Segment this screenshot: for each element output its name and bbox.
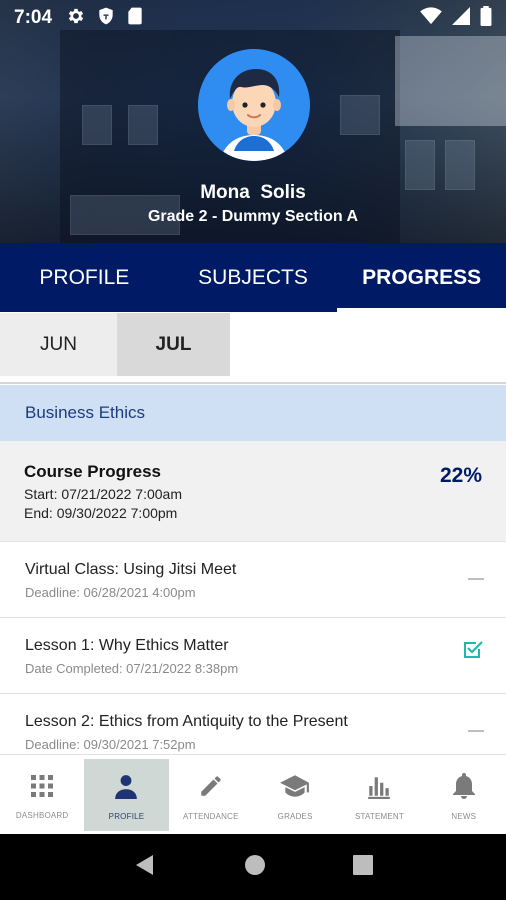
profile-header: 7:04 Mona Solis Grade 2 - Dummy Section …: [0, 0, 506, 243]
wifi-icon: [420, 6, 442, 30]
tab-label: PROGRESS: [362, 265, 482, 289]
lesson-completed-date: Date Completed: 07/21/2022 8:38pm: [25, 661, 239, 676]
graduation-cap-icon: [280, 773, 310, 804]
lesson-item[interactable]: Virtual Class: Using Jitsi Meet Deadline…: [0, 541, 506, 617]
nav-label: ATTENDANCE: [183, 811, 239, 821]
course-end-date: End: 09/30/2022 7:00pm: [24, 505, 178, 521]
tab-profile[interactable]: PROFILE: [0, 243, 169, 312]
battery-icon: [480, 5, 492, 31]
student-name: Mona Solis: [200, 182, 306, 203]
lesson-deadline: Deadline: 06/28/2021 4:00pm: [25, 585, 196, 600]
course-start-date: Start: 07/21/2022 7:00am: [24, 486, 182, 502]
nav-label: DASHBOARD: [15, 810, 69, 820]
home-icon[interactable]: [244, 854, 266, 881]
subject-header[interactable]: Business Ethics: [0, 385, 506, 441]
nav-label: PROFILE: [108, 812, 145, 821]
course-progress-percent: 22%: [439, 464, 482, 487]
nav-profile[interactable]: PROFILE: [84, 759, 169, 831]
nav-label: NEWS: [451, 811, 477, 821]
grid-icon: [30, 774, 54, 803]
back-icon[interactable]: [133, 853, 157, 882]
tab-subjects[interactable]: SUBJECTS: [169, 243, 338, 312]
profile-tabs: PROFILE SUBJECTS PROGRESS: [0, 243, 506, 312]
signal-icon: [452, 6, 470, 30]
tab-progress[interactable]: PROGRESS: [337, 243, 506, 312]
shield-icon: [96, 6, 116, 31]
pencil-icon: [198, 773, 224, 804]
header-background-window: [82, 105, 112, 145]
tab-label: SUBJECTS: [198, 265, 308, 289]
student-grade-section: Grade 2 - Dummy Section A: [147, 208, 359, 225]
lesson-title: Virtual Class: Using Jitsi Meet: [25, 561, 237, 578]
status-time: 7:04: [14, 7, 53, 28]
bar-chart-icon: [366, 773, 392, 804]
bottom-navigation: DASHBOARD PROFILE ATTENDANCE GRADES STAT…: [0, 754, 506, 834]
lesson-deadline: Deadline: 09/30/2021 7:52pm: [25, 737, 196, 752]
nav-attendance[interactable]: ATTENDANCE: [169, 755, 253, 834]
header-background-window: [128, 105, 158, 145]
month-tab-jul[interactable]: JUL: [117, 313, 230, 376]
lesson-item[interactable]: Lesson 2: Ethics from Antiquity to the P…: [0, 693, 506, 754]
nav-label: STATEMENT: [354, 811, 404, 821]
nav-news[interactable]: NEWS: [422, 755, 506, 834]
gear-icon: [66, 6, 86, 31]
header-background-window: [340, 95, 380, 135]
system-navigation-bar: [0, 834, 506, 900]
bell-icon: [452, 772, 476, 804]
nav-label: GRADES: [277, 811, 313, 821]
student-avatar: [198, 49, 310, 161]
header-background-sky: [395, 36, 506, 126]
month-tab-jun[interactable]: JUN: [0, 313, 117, 376]
nav-grades[interactable]: GRADES: [253, 755, 337, 834]
person-icon: [113, 773, 139, 804]
month-label: JUN: [40, 333, 77, 355]
tab-label: PROFILE: [39, 265, 130, 289]
month-label: JUL: [155, 333, 192, 355]
lesson-title: Lesson 1: Why Ethics Matter: [25, 637, 229, 654]
nav-dashboard[interactable]: DASHBOARD: [0, 755, 84, 834]
subject-name: Business Ethics: [25, 403, 145, 422]
dash-icon: [468, 568, 484, 586]
dash-icon: [468, 720, 484, 738]
lesson-item[interactable]: Lesson 1: Why Ethics Matter Date Complet…: [0, 617, 506, 693]
course-progress-card: Course Progress Start: 07/21/2022 7:00am…: [0, 441, 506, 541]
course-progress-title: Course Progress: [24, 462, 161, 481]
status-bar: 7:04: [0, 0, 506, 36]
sd-card-icon: [126, 6, 144, 31]
check-box-icon: [462, 638, 484, 665]
nav-statement[interactable]: STATEMENT: [337, 755, 421, 834]
recents-icon[interactable]: [352, 854, 373, 880]
month-tabs: JUN JUL: [0, 313, 506, 383]
lesson-title: Lesson 2: Ethics from Antiquity to the P…: [25, 713, 348, 730]
divider: [0, 382, 506, 384]
